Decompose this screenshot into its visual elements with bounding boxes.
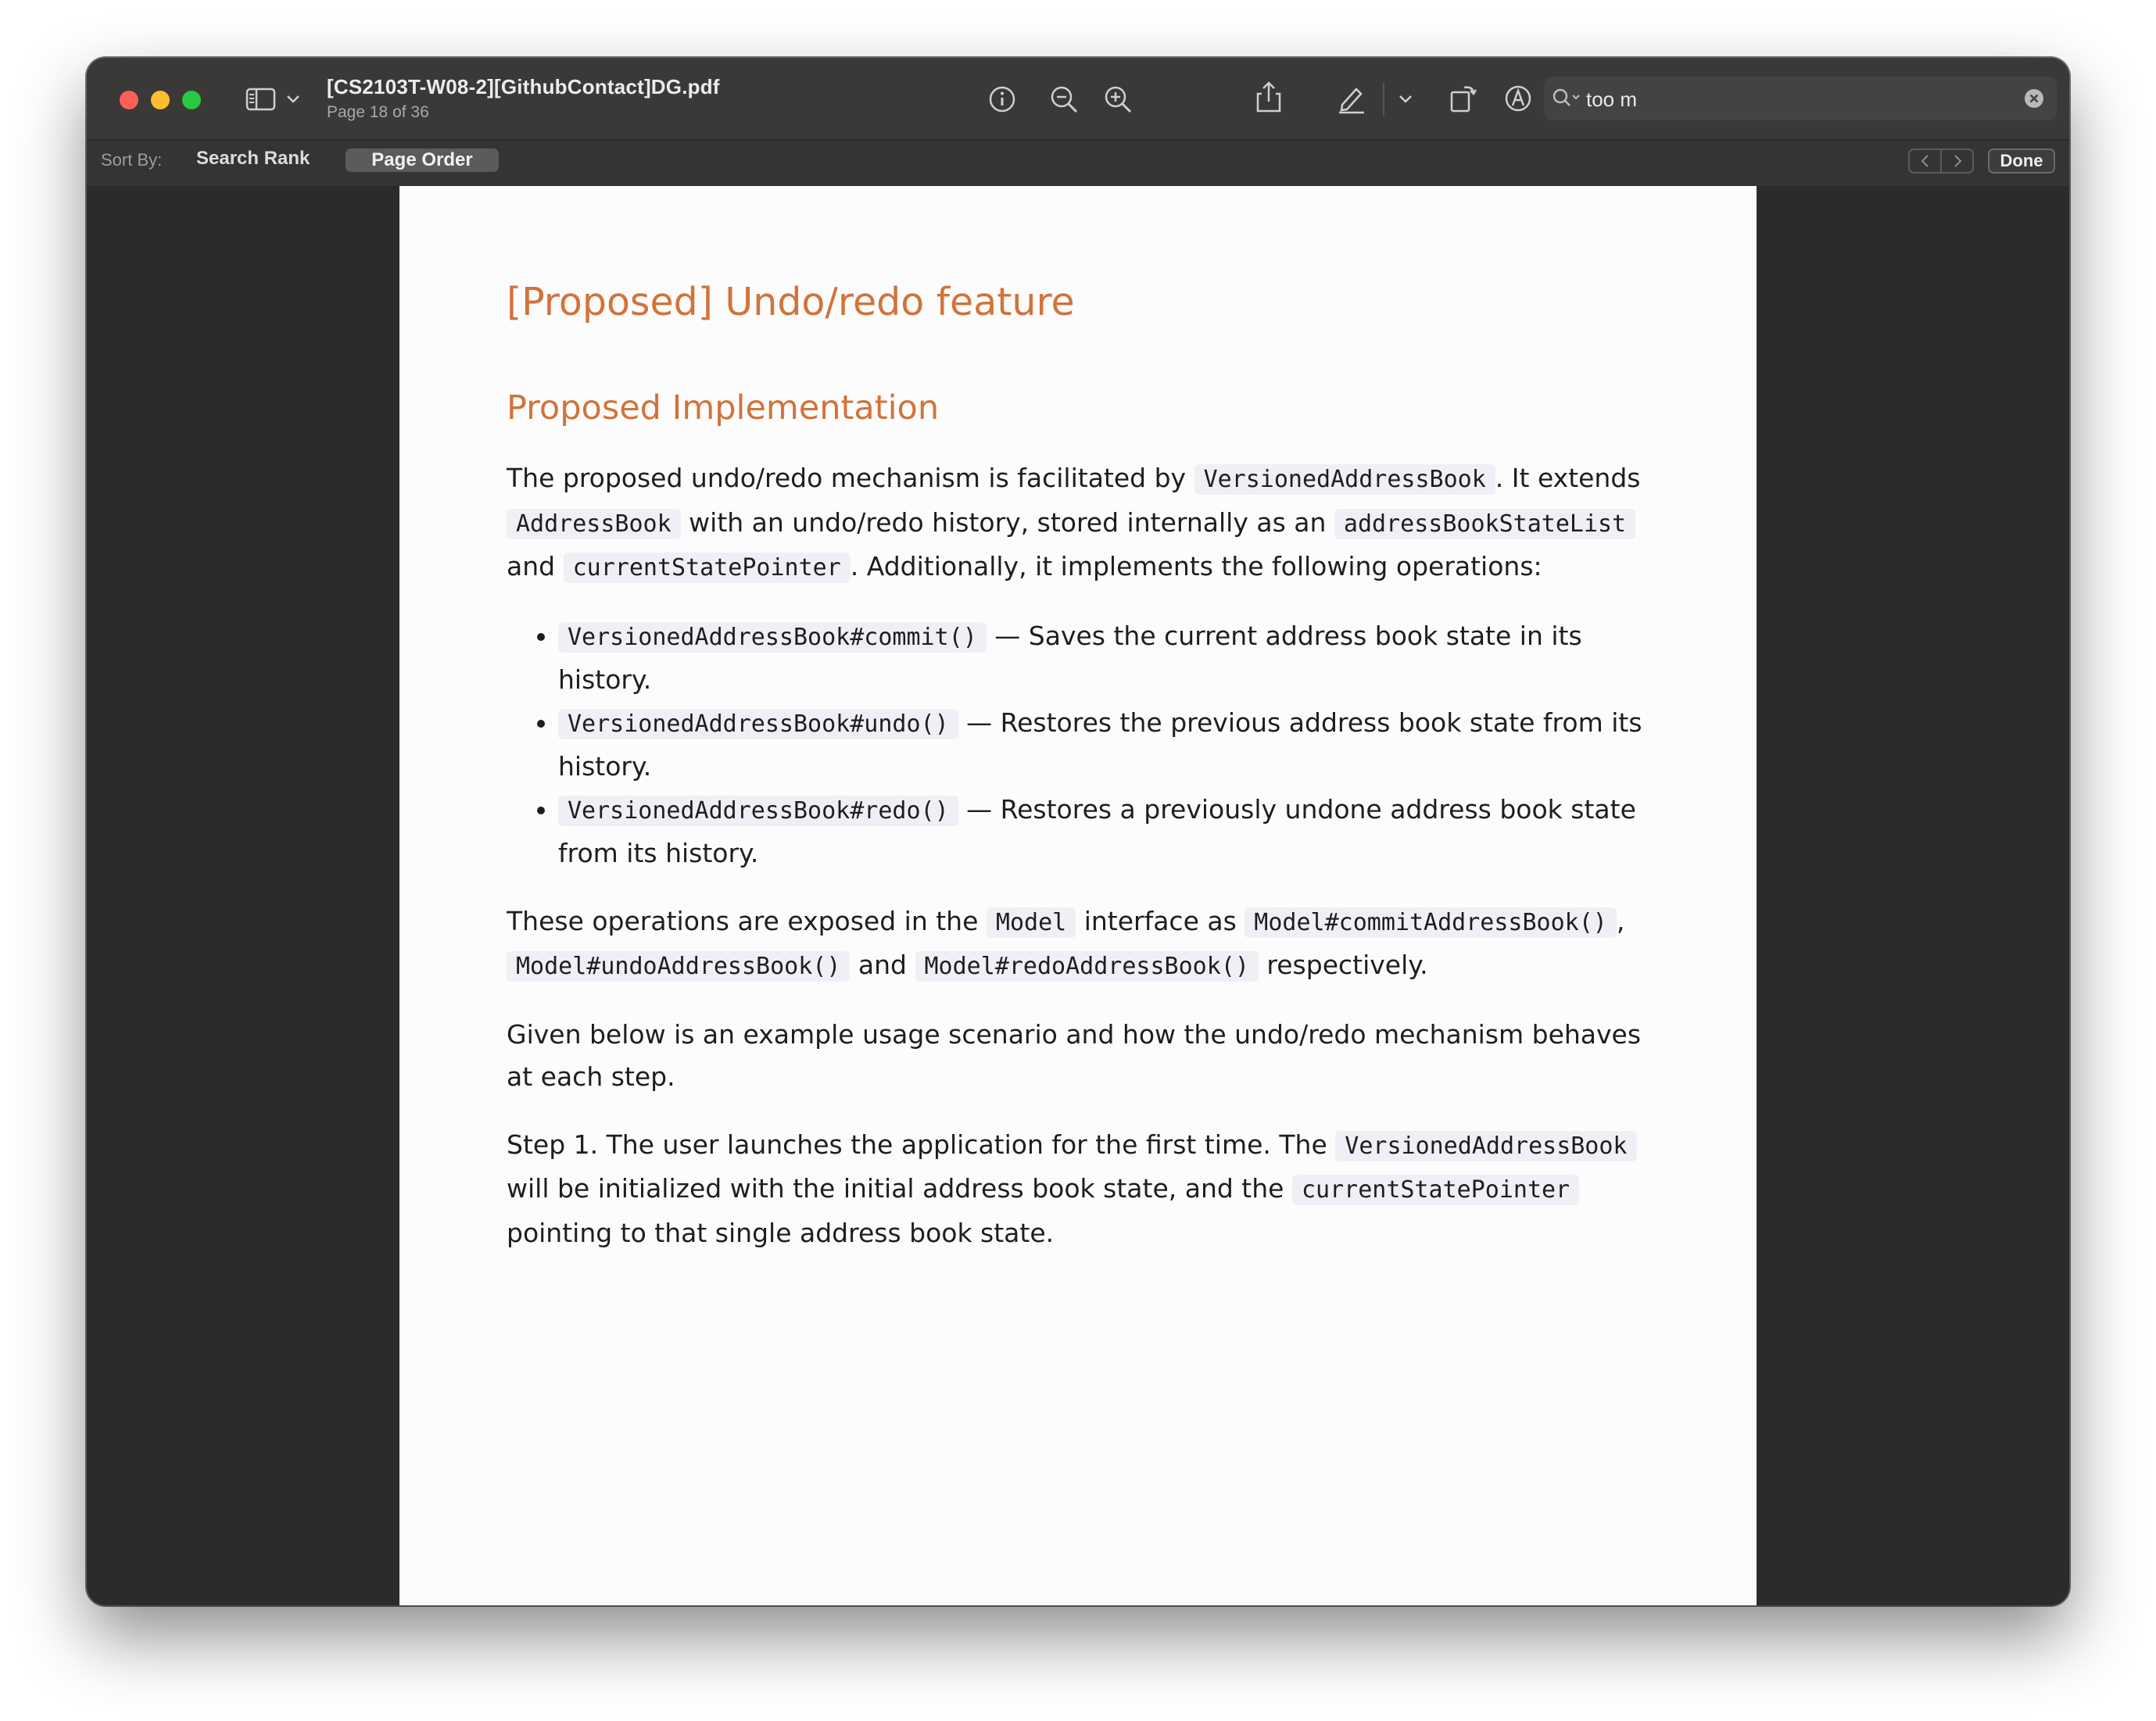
list-item: VersionedAddressBook#commit() — Saves th… xyxy=(558,615,1664,702)
document-viewport[interactable]: [Proposed] Undo/redo feature Proposed Im… xyxy=(87,186,2069,1605)
page-content: [Proposed] Undo/redo feature Proposed Im… xyxy=(507,280,1664,1279)
chevron-right-icon xyxy=(1954,155,1961,167)
sort-label: Sort By: xyxy=(101,150,163,170)
text-run: . Additionally, it implements the follow… xyxy=(850,551,1542,581)
text-run: and xyxy=(507,551,564,581)
text-run: Step 1. The user launches the applicatio… xyxy=(507,1129,1336,1160)
paragraph-step-1: Step 1. The user launches the applicatio… xyxy=(507,1124,1664,1255)
text-run: These operations are exposed in the xyxy=(507,905,987,936)
chevron-left-icon xyxy=(1921,155,1929,167)
toolbar-divider xyxy=(1383,83,1384,116)
inline-code: Model#redoAddressBook() xyxy=(915,951,1259,982)
info-icon[interactable] xyxy=(987,84,1017,114)
inline-code: VersionedAddressBook#commit() xyxy=(558,621,987,653)
chevron-down-icon[interactable] xyxy=(1399,94,1413,105)
text-run: pointing to that single address book sta… xyxy=(507,1217,1055,1248)
inline-code: VersionedAddressBook xyxy=(1194,464,1495,495)
clear-search-icon[interactable] xyxy=(2024,88,2044,109)
inline-code: Model#commitAddressBook() xyxy=(1245,907,1617,938)
inline-code: currentStatePointer xyxy=(563,553,851,583)
paragraph-intro: The proposed undo/redo mechanism is faci… xyxy=(507,457,1664,590)
paragraph-scenario: Given below is an example usage scenario… xyxy=(507,1018,1642,1093)
zoom-out-icon[interactable] xyxy=(1049,84,1080,116)
inline-code: VersionedAddressBook#undo() xyxy=(558,708,958,739)
search-field[interactable] xyxy=(1544,77,2057,120)
paragraph-model: These operations are exposed in the Mode… xyxy=(507,900,1664,989)
text-run: , xyxy=(1616,905,1625,936)
page-indicator: Page 18 of 36 xyxy=(327,103,429,121)
result-navigation xyxy=(1908,148,1974,174)
titlebar: [CS2103T-W08-2][GithubContact]DG.pdf Pag… xyxy=(87,58,2069,139)
preview-window: [CS2103T-W08-2][GithubContact]DG.pdf Pag… xyxy=(87,58,2069,1605)
rotate-icon[interactable] xyxy=(1449,81,1478,114)
operations-list: VersionedAddressBook#commit() — Saves th… xyxy=(507,615,1664,875)
text-run: The proposed undo/redo mechanism is faci… xyxy=(507,463,1194,493)
list-item: VersionedAddressBook#undo() — Restores t… xyxy=(558,702,1664,789)
chevron-down-icon[interactable] xyxy=(286,94,300,105)
inline-code: currentStatePointer xyxy=(1291,1175,1580,1205)
highlight-pen-icon[interactable] xyxy=(1336,83,1367,114)
done-button[interactable]: Done xyxy=(1988,148,2055,174)
inline-code: Model#undoAddressBook() xyxy=(507,951,851,982)
inline-code: addressBookStateList xyxy=(1334,508,1636,539)
text-run: interface as xyxy=(1076,905,1245,936)
text-run: respectively. xyxy=(1258,950,1428,980)
list-item: VersionedAddressBook#redo() — Restores a… xyxy=(558,789,1664,875)
sort-search-rank-button[interactable]: Search Rank xyxy=(196,148,310,170)
maximize-button[interactable] xyxy=(182,91,201,109)
sidebar-icon[interactable] xyxy=(245,87,277,112)
sort-page-order-button[interactable]: Page Order xyxy=(346,148,499,172)
document-title: [CS2103T-W08-2][GithubContact]DG.pdf xyxy=(327,75,720,98)
text-run: and xyxy=(850,950,915,980)
inline-code: VersionedAddressBook#redo() xyxy=(558,795,958,826)
zoom-in-icon[interactable] xyxy=(1103,84,1134,116)
search-input[interactable] xyxy=(1585,83,1994,116)
share-icon[interactable] xyxy=(1255,80,1283,114)
text-run: with an undo/redo history, stored intern… xyxy=(680,506,1334,538)
text-run: . It extends xyxy=(1495,463,1641,493)
search-icon xyxy=(1552,88,1583,109)
pdf-page: [Proposed] Undo/redo feature Proposed Im… xyxy=(399,186,1757,1605)
minimize-button[interactable] xyxy=(151,91,170,109)
section-heading: [Proposed] Undo/redo feature xyxy=(507,280,1075,324)
close-button[interactable] xyxy=(120,91,138,109)
previous-result-button[interactable] xyxy=(1910,150,1942,172)
inline-code: VersionedAddressBook xyxy=(1335,1130,1637,1161)
subsection-heading: Proposed Implementation xyxy=(507,388,940,428)
inline-code: AddressBook xyxy=(507,508,681,539)
markup-icon[interactable] xyxy=(1503,84,1533,113)
text-run: will be initialized with the initial add… xyxy=(507,1173,1292,1204)
next-result-button[interactable] xyxy=(1942,150,1972,172)
inline-code: Model xyxy=(986,907,1076,938)
